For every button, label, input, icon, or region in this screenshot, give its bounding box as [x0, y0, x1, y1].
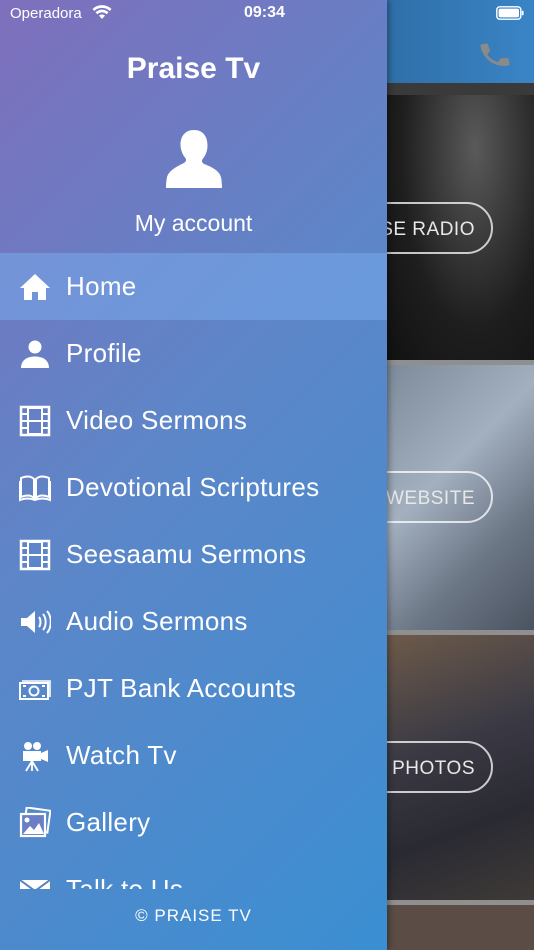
menu-item-label: PJT Bank Accounts	[66, 673, 297, 703]
photos-icon	[18, 806, 52, 840]
photos-tile-button[interactable]: PHOTOS	[387, 741, 493, 793]
menu-item-talk-to-us[interactable]: Talk to Us	[0, 856, 387, 889]
menu-item-profile[interactable]: Profile	[0, 320, 387, 387]
menu-item-label: Video Sermons	[66, 405, 248, 435]
status-time: 09:34	[244, 4, 285, 21]
menu-item-watch-tv[interactable]: Watch Tv	[0, 722, 387, 789]
photos-tile[interactable]: PHOTOS	[387, 635, 534, 900]
radio-tile-button[interactable]: SE RADIO	[387, 202, 493, 254]
camera-icon	[18, 739, 52, 773]
website-tile[interactable]: WEBSITE	[387, 365, 534, 630]
status-bar: Operadora 09:34	[0, 0, 534, 28]
menu-item-pjt-bank-accounts[interactable]: PJT Bank Accounts	[0, 655, 387, 722]
phone-icon[interactable]	[478, 38, 512, 72]
menu-item-label: Watch Tv	[66, 740, 177, 770]
partial-tile	[387, 905, 534, 950]
navigation-drawer: Praise Tv My account Home Profile Video …	[0, 0, 387, 950]
menu-item-video-sermons[interactable]: Video Sermons	[0, 387, 387, 454]
menu-item-audio-sermons[interactable]: Audio Sermons	[0, 588, 387, 655]
app-title: Praise Tv	[126, 52, 261, 85]
person-icon	[18, 337, 52, 371]
website-tile-button[interactable]: WEBSITE	[387, 471, 493, 523]
speaker-icon	[18, 605, 52, 639]
menu-item-label: Home	[66, 271, 137, 301]
menu-item-devotional-scriptures[interactable]: Devotional Scriptures	[0, 454, 387, 521]
copyright-footer: © PRAISE TV	[135, 906, 252, 925]
menu-item-label: Profile	[66, 338, 142, 368]
menu-item-label: Talk to Us	[66, 874, 184, 889]
wifi-icon	[92, 5, 112, 19]
film-icon	[18, 404, 52, 438]
cash-icon	[18, 672, 52, 706]
menu-item-gallery[interactable]: Gallery	[0, 789, 387, 856]
book-icon	[18, 471, 52, 505]
drawer-menu: Home Profile Video Sermons Devotional Sc…	[0, 253, 387, 889]
menu-item-label: Devotional Scriptures	[66, 472, 320, 502]
radio-tile[interactable]: SE RADIO	[387, 95, 534, 360]
menu-item-label: Seesaamu Sermons	[66, 539, 307, 569]
user-avatar-icon[interactable]	[166, 128, 222, 190]
battery-icon	[496, 6, 524, 20]
menu-item-seesaamu-sermons[interactable]: Seesaamu Sermons	[0, 521, 387, 588]
my-account-link[interactable]: My account	[0, 210, 387, 237]
menu-item-home[interactable]: Home	[0, 253, 387, 320]
carrier-label: Operadora	[10, 5, 82, 22]
menu-item-label: Gallery	[66, 807, 151, 837]
home-icon	[18, 270, 52, 304]
menu-item-label: Audio Sermons	[66, 606, 248, 636]
mail-icon	[18, 873, 52, 889]
film-icon	[18, 538, 52, 572]
